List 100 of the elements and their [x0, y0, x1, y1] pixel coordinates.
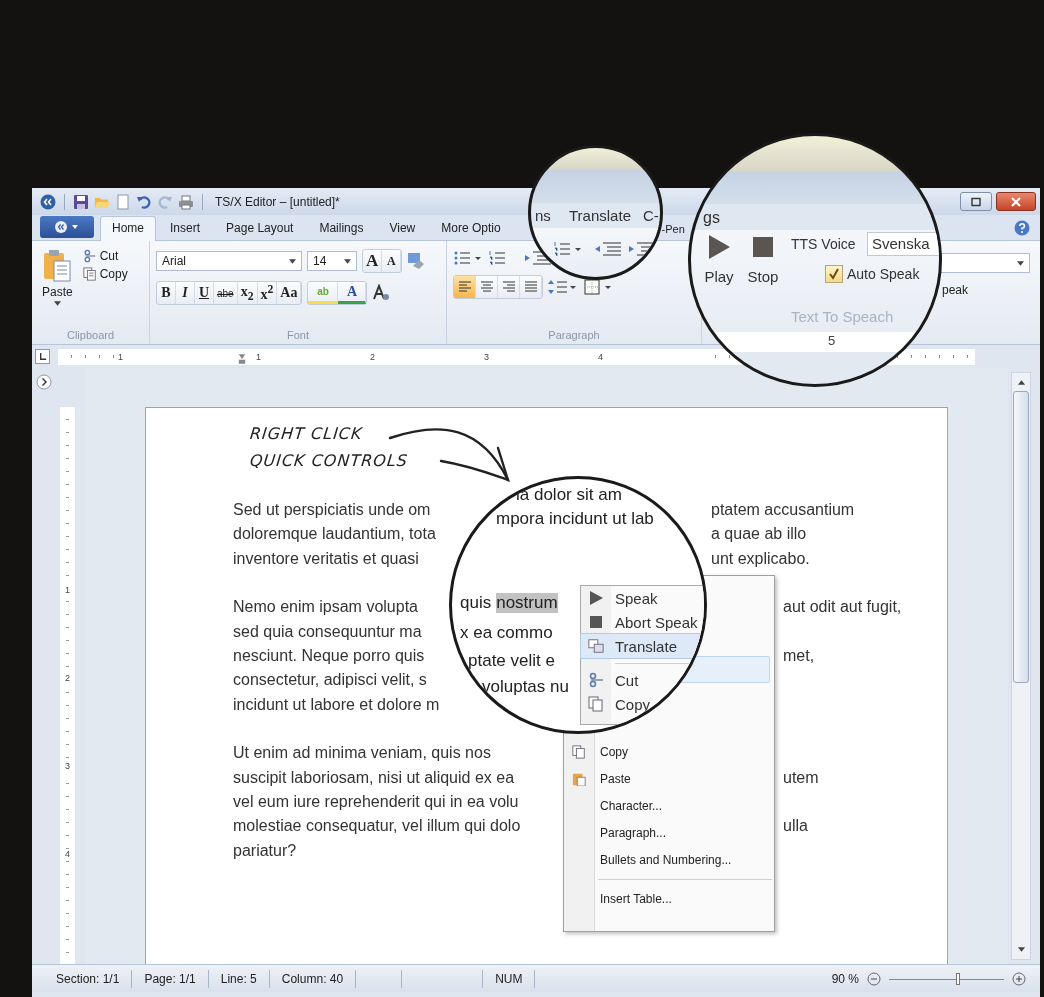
copy-icon	[572, 744, 586, 759]
app-orb-icon[interactable]	[40, 193, 56, 210]
indent-marker-icon[interactable]	[238, 352, 246, 365]
context-menu-item[interactable]: Copy	[564, 738, 774, 765]
shrink-font-button[interactable]: A	[382, 250, 402, 272]
caret-icon	[344, 258, 351, 264]
ribbon-tab[interactable]: C-	[643, 207, 659, 224]
copy-button[interactable]: Copy	[82, 267, 128, 281]
document-text: nesciunt. Neque porro quis	[233, 647, 425, 665]
paste-button[interactable]: Paste	[38, 247, 77, 308]
paste-icon	[572, 771, 586, 786]
format-button[interactable]: B	[157, 282, 176, 304]
font-size-field[interactable]: 14	[307, 251, 357, 271]
expand-panel-icon[interactable]	[35, 374, 52, 390]
align-justify-icon	[523, 280, 538, 294]
vertical-scrollbar[interactable]	[1011, 372, 1031, 960]
document-text: vel eum iure reprehenderit qui in ea volu	[233, 793, 519, 811]
ribbon-tab[interactable]: More Optio	[429, 216, 513, 240]
document-text: met,	[783, 646, 815, 667]
context-menu-item[interactable]: Character...	[564, 792, 774, 819]
caret-icon	[289, 258, 296, 264]
ribbon-tab[interactable]: Home	[100, 216, 156, 241]
ribbon-tab[interactable]: Insert	[158, 216, 213, 240]
zoom-in-icon[interactable]	[1012, 971, 1026, 986]
format-button[interactable]: Aa	[277, 282, 302, 304]
button-label-fragment: peak	[941, 283, 970, 297]
auto-speak-checkbox[interactable]	[825, 265, 843, 283]
font-color-button[interactable]: A	[338, 282, 367, 304]
format-button[interactable]: abe	[214, 282, 238, 304]
print-icon[interactable]	[178, 193, 194, 210]
context-menu-item[interactable]: Bullets and Numbering...	[564, 846, 774, 873]
stop-icon	[588, 614, 604, 630]
group-label: Paragraph	[548, 329, 600, 341]
stop-button[interactable]: Stop	[743, 234, 783, 285]
zoom-slider-thumb[interactable]	[956, 972, 960, 985]
format-button[interactable]: U	[195, 282, 214, 304]
document-text: suscipit laboriosam, nisi ut aliquid ex ea	[233, 768, 515, 786]
document-text: consectetur, adipisci velit, s	[233, 671, 427, 689]
scissors-icon	[588, 672, 604, 688]
zoom-slider[interactable]	[889, 972, 1004, 985]
caret-icon	[1017, 260, 1024, 266]
line-spacing-icon[interactable]	[548, 278, 578, 296]
scroll-up-icon[interactable]	[1016, 379, 1026, 385]
scrollbar-thumb[interactable]	[1013, 391, 1029, 683]
text-style-icon[interactable]	[372, 284, 391, 302]
play-button[interactable]: Play	[699, 234, 739, 285]
context-menu-item[interactable]: Abort Speak	[581, 610, 704, 634]
save-icon[interactable]	[73, 193, 89, 210]
document-text: utem	[783, 767, 819, 788]
help-icon[interactable]	[1014, 220, 1030, 236]
undo-icon[interactable]	[136, 193, 152, 210]
format-button[interactable]: I	[176, 282, 195, 304]
ribbon-tab[interactable]: gs	[703, 209, 720, 227]
caret-icon	[53, 301, 61, 306]
dropdown-field[interactable]	[940, 253, 1030, 273]
context-menu-item[interactable]: Speak	[581, 586, 704, 610]
numbered-list-icon[interactable]	[553, 240, 583, 258]
font-family-field[interactable]: Arial	[156, 251, 302, 271]
ribbon-tab[interactable]: Translate	[569, 207, 631, 224]
zoom-out-icon[interactable]	[867, 971, 881, 986]
close-button[interactable]	[996, 192, 1036, 211]
close-icon	[1010, 196, 1022, 207]
ribbon-tab[interactable]: View	[377, 216, 428, 240]
stop-icon	[751, 234, 775, 260]
format-button[interactable]: x$^{2}$	[257, 282, 278, 304]
context-menu-item[interactable]: Cut	[581, 668, 704, 692]
ribbon-tab[interactable]: Page Layout	[214, 216, 306, 240]
ruler-number: 5	[828, 333, 836, 348]
context-menu-item[interactable]: Paragraph...	[564, 819, 774, 846]
application-menu-button[interactable]	[40, 216, 94, 238]
ribbon-tab[interactable]: ns	[535, 207, 551, 224]
align-button[interactable]	[454, 276, 476, 298]
checkbox-label: Auto Speak	[847, 266, 920, 282]
grow-font-button[interactable]: A	[363, 250, 383, 272]
scroll-down-icon[interactable]	[1016, 947, 1026, 953]
cut-button[interactable]: Cut	[82, 249, 128, 263]
tab-stop-selector[interactable]	[35, 349, 50, 364]
voice-field[interactable]: Svenska	[867, 232, 939, 256]
maximize-button[interactable]	[960, 192, 992, 211]
ruler-number: 4	[65, 849, 70, 859]
format-button[interactable]: x$_{2}$	[237, 282, 258, 304]
document-text: molestiae consequatur, vel illum qui dolo	[233, 817, 521, 835]
zoom-percentage: 90 %	[831, 971, 859, 986]
bullet-list-icon[interactable]	[453, 249, 483, 267]
magnified-text: mpora incidunt ut lab	[496, 509, 654, 529]
scissors-icon	[82, 249, 97, 263]
context-menu-item[interactable]: Copy	[581, 692, 704, 716]
ribbon-tab[interactable]: -Pen	[660, 219, 686, 240]
document-text: Nemo enim ipsam volupta	[233, 598, 418, 616]
ribbon-tab[interactable]: Mailings	[307, 216, 376, 240]
align-center-icon	[479, 280, 494, 294]
voice-label: TTS Voice	[791, 236, 856, 252]
borders-icon[interactable]	[583, 278, 613, 296]
eraser-icon[interactable]	[407, 252, 426, 270]
context-menu-item[interactable]: Insert Table...	[564, 885, 774, 912]
play-icon	[707, 234, 731, 260]
context-menu-item[interactable]: Paste	[564, 765, 774, 792]
align-left-icon	[457, 280, 472, 294]
ruler-number: 3	[65, 761, 70, 771]
magnified-text: voluptas nu	[482, 677, 569, 697]
